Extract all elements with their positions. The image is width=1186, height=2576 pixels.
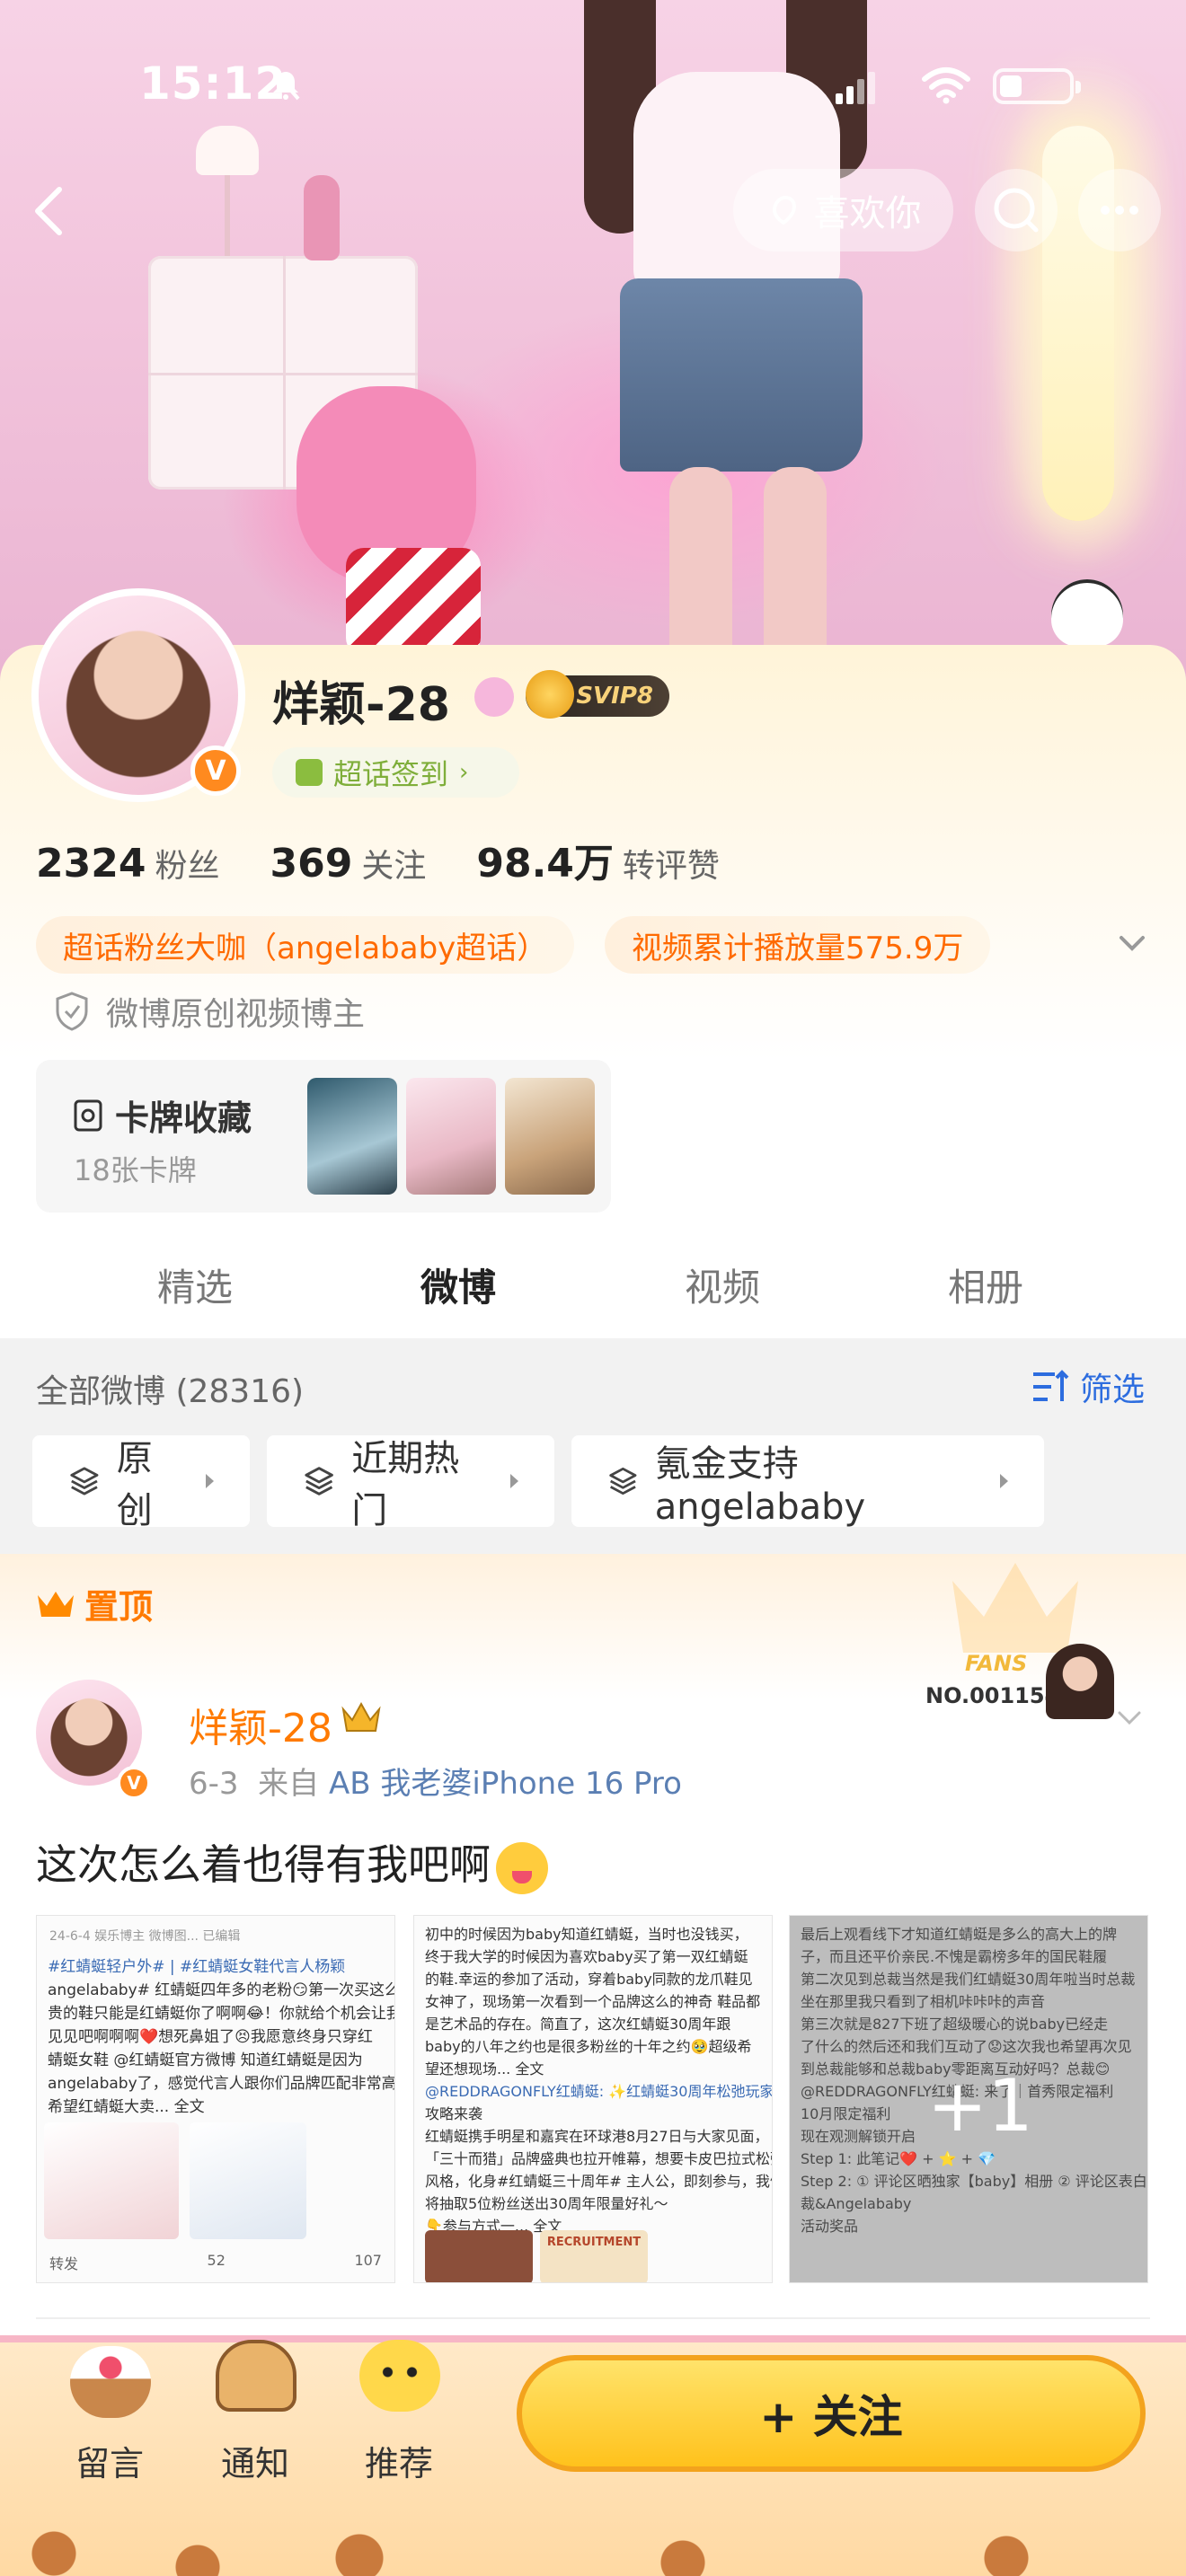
bottom-item-comment[interactable]: 留言 bbox=[75, 2436, 144, 2485]
status-time: 15:12 bbox=[139, 57, 288, 110]
fans-badge[interactable]: FANS NO.0011541 bbox=[909, 1644, 1114, 1719]
post-source[interactable]: AB 我老婆iPhone 16 Pro bbox=[329, 1766, 682, 1802]
card-collection-count: 18张卡牌 bbox=[74, 1153, 197, 1187]
verified-badge-icon: V bbox=[117, 1766, 151, 1800]
shield-icon bbox=[56, 992, 88, 1031]
profile-page: 15:12 喜欢你 V 烊颖-28 SVIP8 超话签到 › 2324 粉丝 3… bbox=[0, 0, 1186, 2576]
profile-tabs: 精选 微博 视频 相册 bbox=[0, 1239, 1186, 2573]
layers-icon bbox=[305, 1467, 333, 1495]
card-collection-title: 卡牌收藏 bbox=[70, 1090, 252, 1140]
wifi-icon bbox=[922, 67, 970, 104]
layers-icon bbox=[70, 1467, 99, 1495]
post-meta: 6-3 来自 AB 我老婆iPhone 16 Pro bbox=[189, 1766, 682, 1802]
tab-album[interactable]: 相册 bbox=[948, 1257, 1023, 1312]
chevron-right-icon: › bbox=[459, 759, 469, 786]
bottom-item-recommend[interactable]: 推荐 bbox=[365, 2436, 433, 2485]
figure-skirt bbox=[620, 278, 863, 472]
chip-krypton-support[interactable]: 氪金支持angelababy bbox=[571, 1435, 1044, 1528]
card-thumb bbox=[307, 1078, 397, 1195]
crown-icon bbox=[38, 1591, 74, 1617]
scarf-decor bbox=[346, 548, 481, 656]
cupcake-icon[interactable] bbox=[70, 2346, 151, 2418]
more-button[interactable] bbox=[1078, 169, 1161, 251]
post-text[interactable]: 这次怎么着也得有我吧啊 bbox=[36, 1832, 548, 1894]
stat-following[interactable]: 369 关注 bbox=[270, 840, 426, 887]
pinned-label: 置顶 bbox=[36, 1579, 153, 1628]
chevron-down-icon[interactable] bbox=[1114, 1702, 1145, 1733]
vase-decor bbox=[304, 175, 340, 260]
card-collection[interactable]: 卡牌收藏 18张卡牌 bbox=[36, 1060, 611, 1213]
layers-icon bbox=[609, 1467, 637, 1495]
tab-video[interactable]: 视频 bbox=[685, 1257, 760, 1312]
filter-icon bbox=[1033, 1370, 1069, 1401]
stat-followers[interactable]: 2324 粉丝 bbox=[36, 840, 219, 887]
post-author-name[interactable]: 烊颖-28 bbox=[189, 1696, 332, 1753]
supertopic-checkin-button[interactable]: 超话签到 › bbox=[272, 747, 519, 798]
tab-weibo[interactable]: 微博 bbox=[420, 1257, 496, 1312]
lamp-decor bbox=[196, 126, 259, 256]
search-icon bbox=[994, 188, 1039, 233]
like-you-label: 喜欢你 bbox=[813, 193, 922, 234]
chip-recent-hot[interactable]: 近期热门 bbox=[267, 1435, 554, 1531]
vip-crown-icon bbox=[341, 1701, 381, 1732]
more-images-count[interactable]: +1 bbox=[927, 2064, 1033, 2148]
bell-muted-icon bbox=[271, 68, 300, 101]
tag-supertopic-fan[interactable]: 超话粉丝大咖（angelababy超话） bbox=[36, 916, 575, 974]
bottom-item-notify[interactable]: 通知 bbox=[221, 2436, 289, 2485]
like-you-button[interactable]: 喜欢你 bbox=[733, 169, 953, 251]
chevron-down-icon[interactable] bbox=[1114, 925, 1150, 961]
post-image-1[interactable]: 24-6-4 娱乐博主 微博图... 已编辑 #红蜻蜓轻户外# | #红蜻蜓女鞋… bbox=[36, 1915, 395, 2283]
checkin-icon bbox=[296, 759, 323, 786]
divider bbox=[36, 2317, 1150, 2319]
tongue-emoji-icon bbox=[496, 1841, 548, 1894]
card-thumb bbox=[406, 1078, 496, 1195]
fans-badge-label: FANS bbox=[965, 1651, 1028, 1676]
bread-icon[interactable] bbox=[216, 2340, 296, 2412]
post-image-2[interactable]: 初中的时候因为baby知道红蜻蜓，当时也没钱买， 终于我大学的时候因为喜欢bab… bbox=[413, 1915, 773, 2283]
certification: 微博原创视频博主 bbox=[54, 988, 365, 1035]
search-button[interactable] bbox=[975, 169, 1058, 251]
hand-heart-icon bbox=[772, 195, 796, 225]
tag-video-plays[interactable]: 视频累计播放量575.9万 bbox=[605, 916, 991, 974]
chip-original[interactable]: 原创 bbox=[32, 1435, 250, 1531]
all-weibo-count[interactable]: 全部微博 (28316) bbox=[36, 1365, 304, 1412]
more-dots-icon bbox=[1101, 206, 1138, 215]
back-arrow-icon[interactable] bbox=[27, 184, 72, 238]
svip-badge[interactable]: SVIP8 bbox=[526, 670, 669, 719]
battery-icon bbox=[993, 68, 1081, 104]
cellular-signal-icon bbox=[836, 72, 875, 104]
chick-icon[interactable] bbox=[359, 2340, 440, 2412]
card-icon bbox=[74, 1099, 102, 1131]
stat-engagement[interactable]: 98.4万 转评赞 bbox=[476, 831, 720, 888]
follow-button[interactable]: + 关注 bbox=[517, 2355, 1146, 2472]
checkin-label: 超话签到 bbox=[333, 757, 449, 791]
certification-label: 微博原创视频博主 bbox=[106, 996, 366, 1033]
super-topic-icon[interactable] bbox=[474, 677, 514, 717]
profile-name: 烊颖-28 bbox=[272, 678, 450, 732]
profile-stats: 2324 粉丝 369 关注 98.4万 转评赞 bbox=[36, 831, 770, 888]
filter-button[interactable]: 筛选 bbox=[1031, 1363, 1145, 1410]
riceball-sticker bbox=[1051, 579, 1123, 647]
fans-badge-portrait bbox=[1046, 1644, 1114, 1719]
card-thumb bbox=[505, 1078, 595, 1195]
verified-badge-icon: V bbox=[190, 745, 241, 796]
tab-featured[interactable]: 精选 bbox=[157, 1257, 233, 1312]
